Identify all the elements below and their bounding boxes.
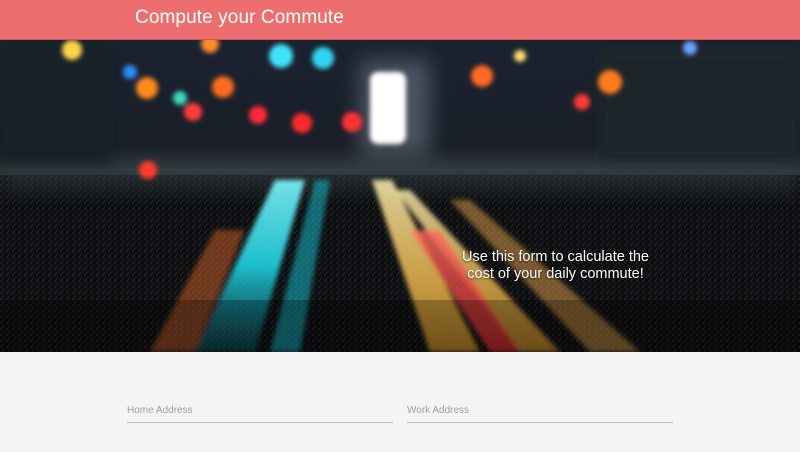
app-header: Compute your Commute	[0, 0, 800, 40]
hero-tagline: Use this form to calculate the cost of y…	[462, 249, 649, 282]
home-address-field	[127, 400, 393, 423]
home-address-input[interactable]	[127, 400, 393, 421]
work-address-input[interactable]	[407, 400, 673, 421]
hero-background-image	[0, 40, 800, 352]
work-address-field	[407, 400, 673, 423]
commute-form	[0, 352, 800, 452]
hero-banner: Use this form to calculate the cost of y…	[0, 40, 800, 352]
app-title: Compute your Commute	[135, 7, 344, 28]
